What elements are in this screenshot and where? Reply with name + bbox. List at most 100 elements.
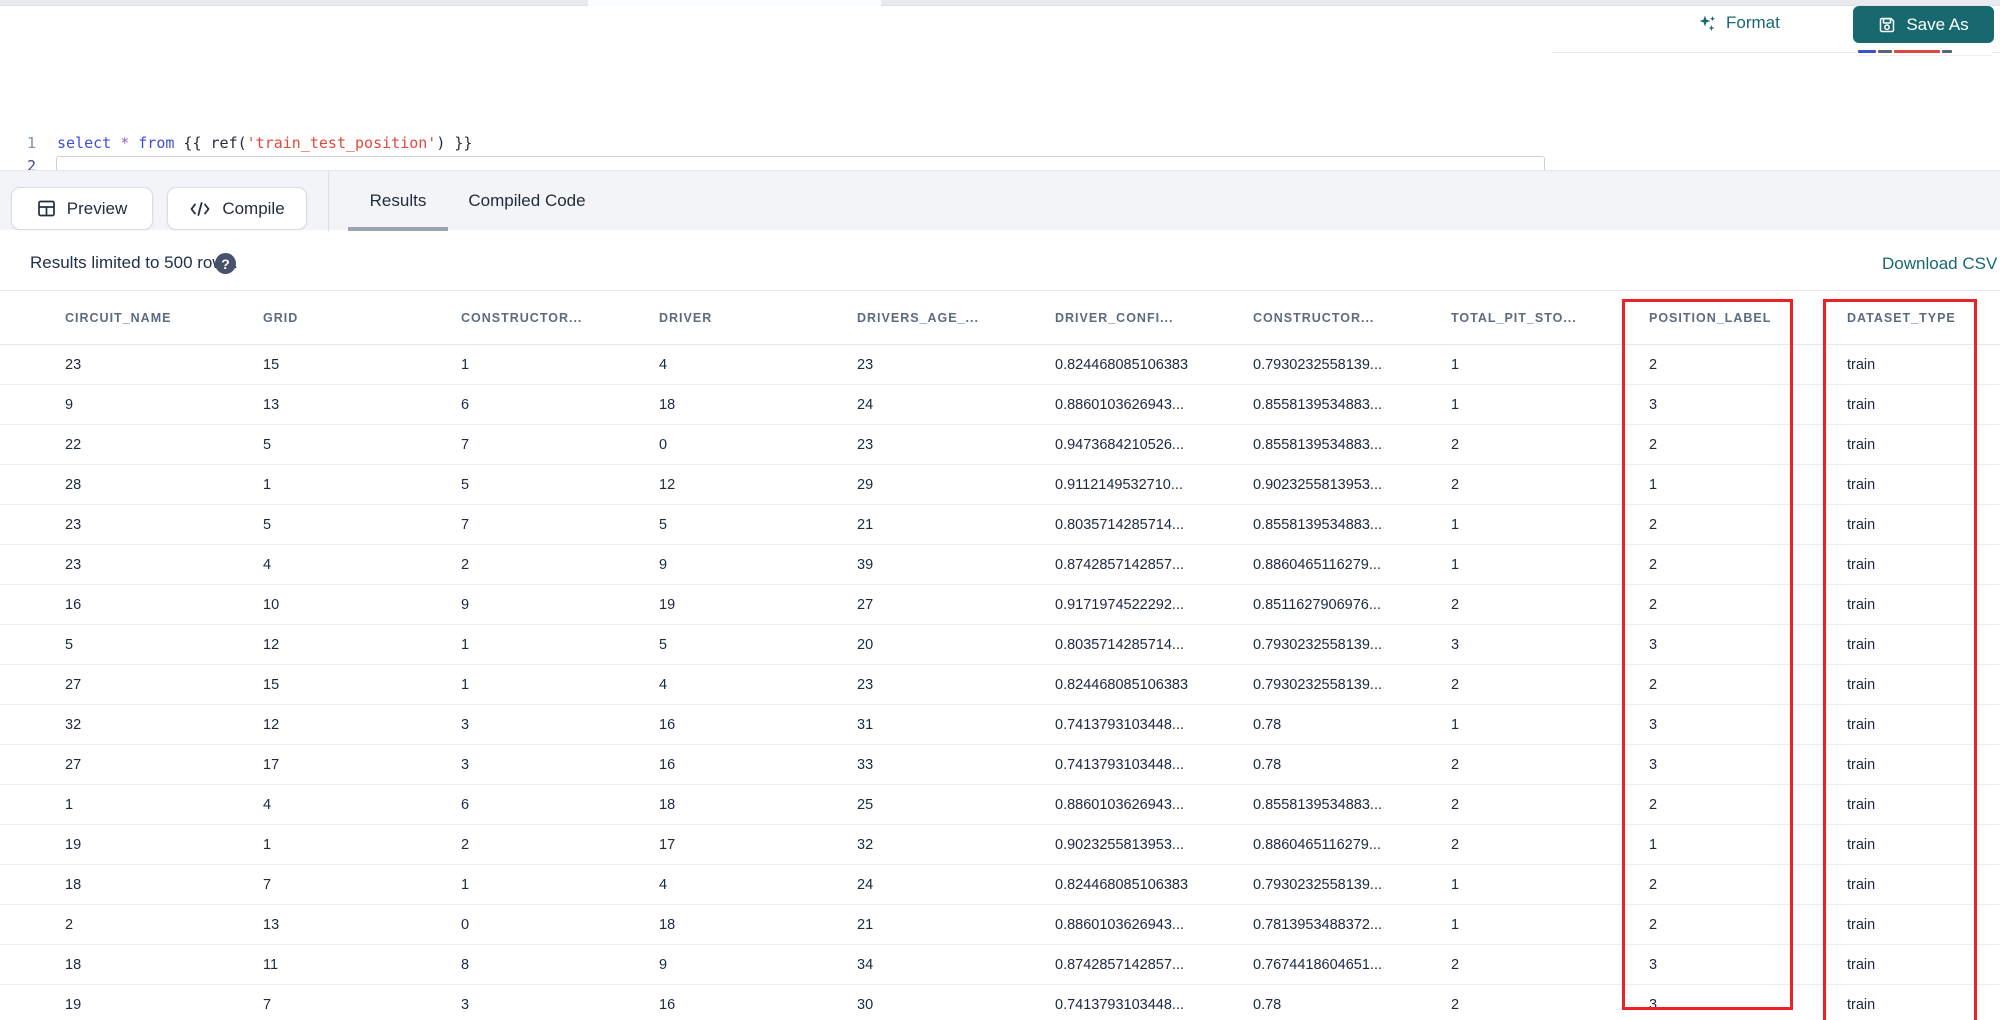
table-cell: 13 [263,916,280,933]
table-cell: 2 [1649,516,1658,533]
table-cell: 1 [461,636,470,653]
table-cell: train [1847,436,1876,453]
table-cell: 0.7930232558139... [1253,356,1383,373]
table-cell: 2 [1649,876,1658,893]
table-cell: 11 [263,956,279,973]
table-cell: 5 [263,436,272,453]
table-cell: 7 [461,436,470,453]
code-token: 'train_test_position' [246,134,437,152]
table-cell: train [1847,996,1876,1013]
table-cell: 9 [65,396,74,413]
table-cell: 23 [65,556,82,573]
table-cell: 3 [1451,636,1460,653]
compile-button[interactable]: Compile [167,187,307,230]
table-cell: 4 [263,556,272,573]
table-cell: 0.8035714285714... [1055,516,1185,533]
table-cell: train [1847,356,1876,373]
table-cell: 15 [263,676,280,693]
preview-button[interactable]: Preview [11,187,153,230]
table-cell: 0.8511627906976... [1253,596,1381,613]
table-cell: 2 [1451,596,1460,613]
table-cell: 2 [65,916,74,933]
toolbar-divider [328,171,329,231]
table-cell: train [1847,876,1876,893]
editor-minimap[interactable] [1856,48,1992,56]
column-header-driver[interactable]: DRIVER [646,311,844,325]
table-cell: 1 [461,876,470,893]
table-cell: 2 [1451,836,1460,853]
table-cell: 7 [263,876,272,893]
table-cell: 27 [857,596,874,613]
table-cell: 0.7413793103448... [1055,756,1185,773]
table-cell: 7 [461,516,470,533]
column-header-circuit-name[interactable]: CIRCUIT_NAME [52,311,250,325]
table-cell: 5 [659,516,668,533]
table-cell: train [1847,476,1876,493]
table-cell: 5 [65,636,74,653]
table-cell: 30 [857,996,874,1013]
table-cell: train [1847,596,1876,613]
table-cell: 16 [65,596,82,613]
table-cell: train [1847,516,1876,533]
editor-tab-strip [0,0,2000,6]
table-cell: 1 [461,356,470,373]
table-cell: 22 [65,436,82,453]
download-csv-link[interactable]: Download CSV [1882,254,1997,274]
table-cell: 17 [263,756,280,773]
column-header-grid[interactable]: GRID [250,311,448,325]
table-cell: 25 [857,796,874,813]
table-cell: 2 [1649,556,1658,573]
table-cell: train [1847,716,1876,733]
table-cell: 1 [1451,396,1460,413]
table-cell: 5 [263,516,272,533]
table-cell: 32 [65,716,82,733]
column-header-drivers-age[interactable]: DRIVERS_AGE_... [844,311,1042,325]
column-header-constructor[interactable]: CONSTRUCTOR... [448,311,646,325]
table-row: 27 15 1 4 23 0.824468085106383 0.7930232558139… [0,665,2000,705]
column-header-constructor[interactable]: CONSTRUCTOR... [1240,311,1438,325]
table-cell: 19 [659,596,676,613]
table-cell: 1 [65,796,74,813]
save-icon [1878,16,1896,34]
column-header-total-pit-sto[interactable]: TOTAL_PIT_STO... [1438,311,1636,325]
table-cell: 3 [1649,756,1658,773]
table-cell: 2 [461,836,470,853]
table-row: 18 11 8 9 34 0.8742857142857... 0.767441860465… [0,945,2000,985]
table-cell: 0.9023255813953... [1055,836,1185,853]
code-token: ref( [210,134,247,152]
table-cell: 0.78 [1253,716,1282,733]
table-cell: 0.78 [1253,756,1282,773]
results-toolbar: Preview Compile Results Compiled Code [0,170,2000,231]
sql-editor[interactable]: 1 2 select * from {{ ref('train_test_pos… [0,56,2000,177]
table-cell: 3 [1649,636,1658,653]
table-cell: 0.8035714285714... [1055,636,1185,653]
table-cell: 1 [1451,356,1460,373]
table-cell: 2 [1649,596,1658,613]
tab-compiled-code-label: Compiled Code [468,191,586,210]
table-cell: 0.7930232558139... [1253,876,1383,893]
table-cell: 2 [1649,436,1658,453]
compile-label: Compile [222,198,285,218]
table-header-row: CIRCUIT_NAME GRID CONSTRUCTOR... DRIVER DRIV… [0,290,2000,345]
table-cell: 3 [1649,396,1658,413]
tab-results[interactable]: Results [348,171,448,231]
code-icon [189,200,211,218]
help-icon[interactable]: ? [215,253,236,274]
save-as-button[interactable]: Save As [1853,6,1994,43]
column-header-position-label[interactable]: POSITION_LABEL [1636,311,1834,325]
table-cell: 0 [461,916,470,933]
table-cell: 27 [65,676,82,693]
column-header-dataset-type[interactable]: DATASET_TYPE [1834,311,2000,325]
tab-compiled-code[interactable]: Compiled Code [447,171,607,231]
table-cell: train [1847,956,1876,973]
table-cell: 0.7413793103448... [1055,996,1185,1013]
table-cell: 0.824468085106383 [1055,356,1189,373]
table-cell: 9 [659,956,668,973]
format-button[interactable]: Format [1698,8,1780,38]
table-cell: 3 [1649,716,1658,733]
table-cell: 1 [1451,716,1460,733]
table-cell: 0.8860103626943... [1055,916,1185,933]
code-line[interactable]: select * from {{ ref('train_test_positio… [57,134,472,152]
table-cell: 39 [857,556,874,573]
column-header-driver-confi[interactable]: DRIVER_CONFI... [1042,311,1240,325]
